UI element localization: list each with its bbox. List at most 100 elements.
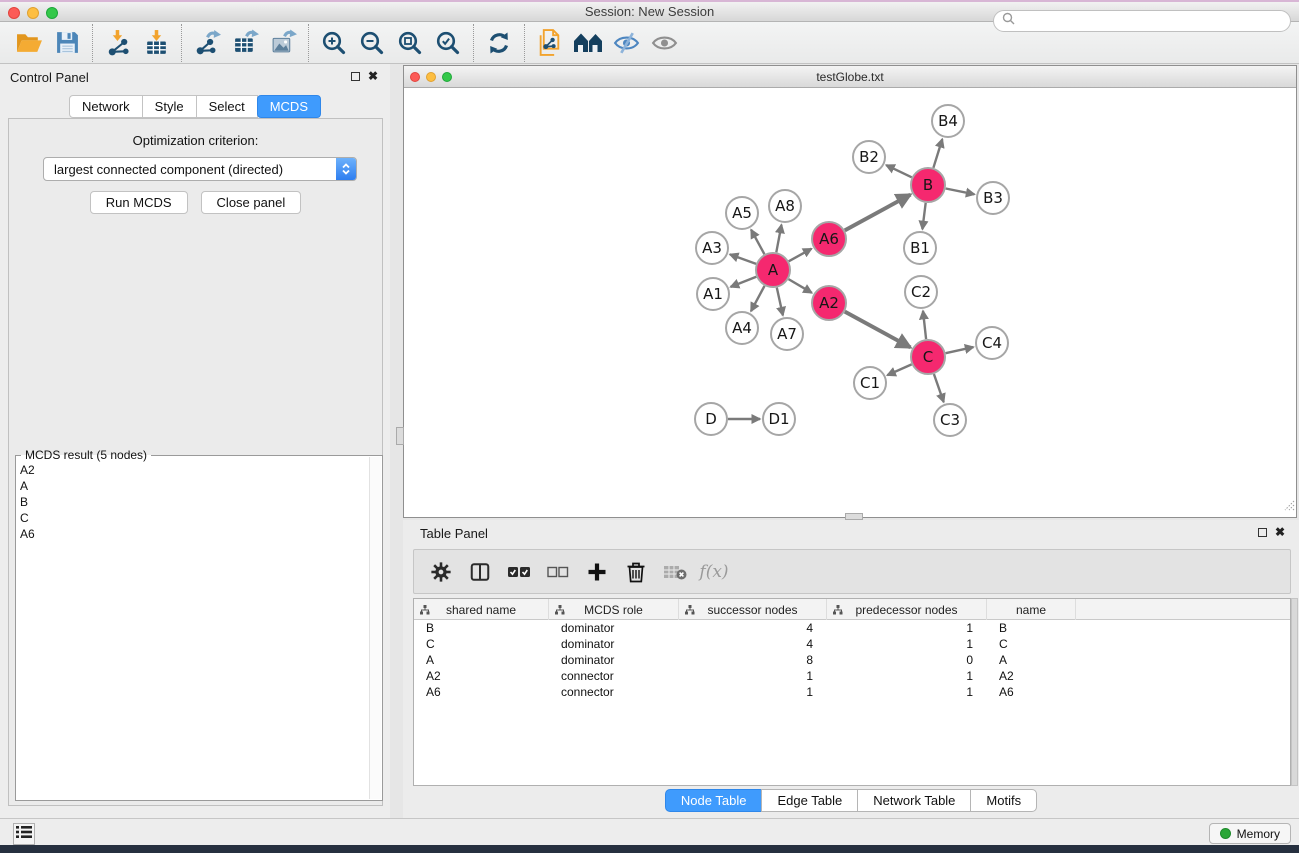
node-C1[interactable]: C1 [854,367,886,399]
import-table-icon[interactable] [137,25,175,61]
tab-motifs[interactable]: Motifs [970,789,1037,812]
node-A1[interactable]: A1 [697,278,729,310]
node-A5[interactable]: A5 [726,197,758,229]
float-panel-icon[interactable] [351,72,360,81]
tab-edge-table[interactable]: Edge Table [761,789,858,812]
network-graph[interactable]: B4B2BB3A8A5A6A3B1AA1C2A2A4A7C4CC1C3DD1 [404,88,1296,517]
tab-mcds[interactable]: MCDS [257,95,321,118]
edge-A-A7[interactable] [777,288,783,316]
node-B4[interactable]: B4 [932,105,964,137]
edge-A2-C[interactable] [845,312,911,348]
tab-node-table[interactable]: Node Table [665,789,763,812]
close-window-button[interactable] [8,7,20,19]
tab-style[interactable]: Style [142,95,197,118]
column-header-name[interactable]: name [987,599,1076,620]
result-item[interactable]: A6 [20,526,366,542]
gear-icon[interactable] [426,555,456,589]
delete-table-icon[interactable] [660,555,690,589]
tab-network[interactable]: Network [69,95,143,118]
edge-C-C1[interactable] [887,364,911,375]
resize-grip-icon[interactable] [1281,497,1295,516]
node-D1[interactable]: D1 [763,403,795,435]
result-item[interactable]: B [20,494,366,510]
node-A[interactable]: A [756,253,790,287]
edge-A6-B[interactable] [845,195,911,231]
edge-A-A3[interactable] [730,254,756,264]
criterion-dropdown[interactable]: largest connected component (directed) [43,157,357,181]
memory-button[interactable]: Memory [1209,823,1291,844]
document-network-icon[interactable] [531,25,569,61]
task-history-button[interactable] [13,823,35,845]
tab-select[interactable]: Select [196,95,258,118]
function-icon[interactable]: f(x) [699,555,729,589]
edge-A-A4[interactable] [751,286,765,311]
table-row[interactable]: Bdominator41B [414,620,1290,636]
column-header-mcds-role[interactable]: MCDS role [549,599,679,620]
table-row[interactable]: Cdominator41C [414,636,1290,652]
node-C2[interactable]: C2 [905,276,937,308]
deselect-all-icon[interactable] [543,555,573,589]
result-scrollbar[interactable] [369,457,381,799]
float-panel-icon[interactable] [1258,528,1267,537]
houses-icon[interactable] [569,25,607,61]
add-icon[interactable] [582,555,612,589]
columns-icon[interactable] [465,555,495,589]
trash-icon[interactable] [621,555,651,589]
node-A6[interactable]: A6 [812,222,846,256]
edge-C-C2[interactable] [923,311,926,339]
edge-B-B2[interactable] [886,165,912,177]
eye-slash-icon[interactable] [607,25,645,61]
close-network-button[interactable] [410,72,420,82]
minimize-window-button[interactable] [27,7,39,19]
edge-B-B1[interactable] [922,203,925,229]
refresh-icon[interactable] [480,25,518,61]
zoom-window-button[interactable] [46,7,58,19]
node-A8[interactable]: A8 [769,190,801,222]
node-A3[interactable]: A3 [696,232,728,264]
zoom-network-button[interactable] [442,72,452,82]
save-floppy-icon[interactable] [48,25,86,61]
edge-C-C3[interactable] [934,374,944,402]
search-field[interactable] [993,10,1291,32]
node-A7[interactable]: A7 [771,318,803,350]
node-B2[interactable]: B2 [853,141,885,173]
column-header-shared-name[interactable]: shared name [414,599,549,620]
close-panel-button[interactable]: Close panel [201,191,302,214]
node-B[interactable]: B [911,168,945,202]
panel-divider-grip[interactable] [396,427,404,445]
column-header-predecessor-nodes[interactable]: predecessor nodes [827,599,987,620]
edge-A-A1[interactable] [731,277,757,287]
export-table-icon[interactable] [226,25,264,61]
result-item[interactable]: C [20,510,366,526]
zoom-in-icon[interactable] [315,25,353,61]
table-row[interactable]: Adominator80A [414,652,1290,668]
node-A4[interactable]: A4 [726,312,758,344]
edge-C-C4[interactable] [946,347,974,353]
open-folder-icon[interactable] [10,25,48,61]
minimize-network-button[interactable] [426,72,436,82]
tab-network-table[interactable]: Network Table [857,789,971,812]
table-row[interactable]: A6connector11A6 [414,684,1290,700]
zoom-fit-icon[interactable] [391,25,429,61]
select-all-icon[interactable] [504,555,534,589]
node-C3[interactable]: C3 [934,404,966,436]
panel-divider-grip[interactable] [845,513,863,520]
node-A2[interactable]: A2 [812,286,846,320]
column-header-successor-nodes[interactable]: successor nodes [679,599,827,620]
export-image-icon[interactable] [264,25,302,61]
edge-B-B3[interactable] [946,189,975,195]
node-C[interactable]: C [911,340,945,374]
node-B3[interactable]: B3 [977,182,1009,214]
edge-A-A6[interactable] [789,249,812,262]
eye-icon[interactable] [645,25,683,61]
import-network-icon[interactable] [99,25,137,61]
edge-A-A8[interactable] [776,225,781,253]
zoom-selected-icon[interactable] [429,25,467,61]
run-mcds-button[interactable]: Run MCDS [90,191,188,214]
edge-B-B4[interactable] [933,139,942,168]
search-input[interactable] [1019,12,1290,30]
export-network-icon[interactable] [188,25,226,61]
table-scrollbar[interactable] [1291,598,1298,786]
result-item[interactable]: A2 [20,462,366,478]
zoom-out-icon[interactable] [353,25,391,61]
